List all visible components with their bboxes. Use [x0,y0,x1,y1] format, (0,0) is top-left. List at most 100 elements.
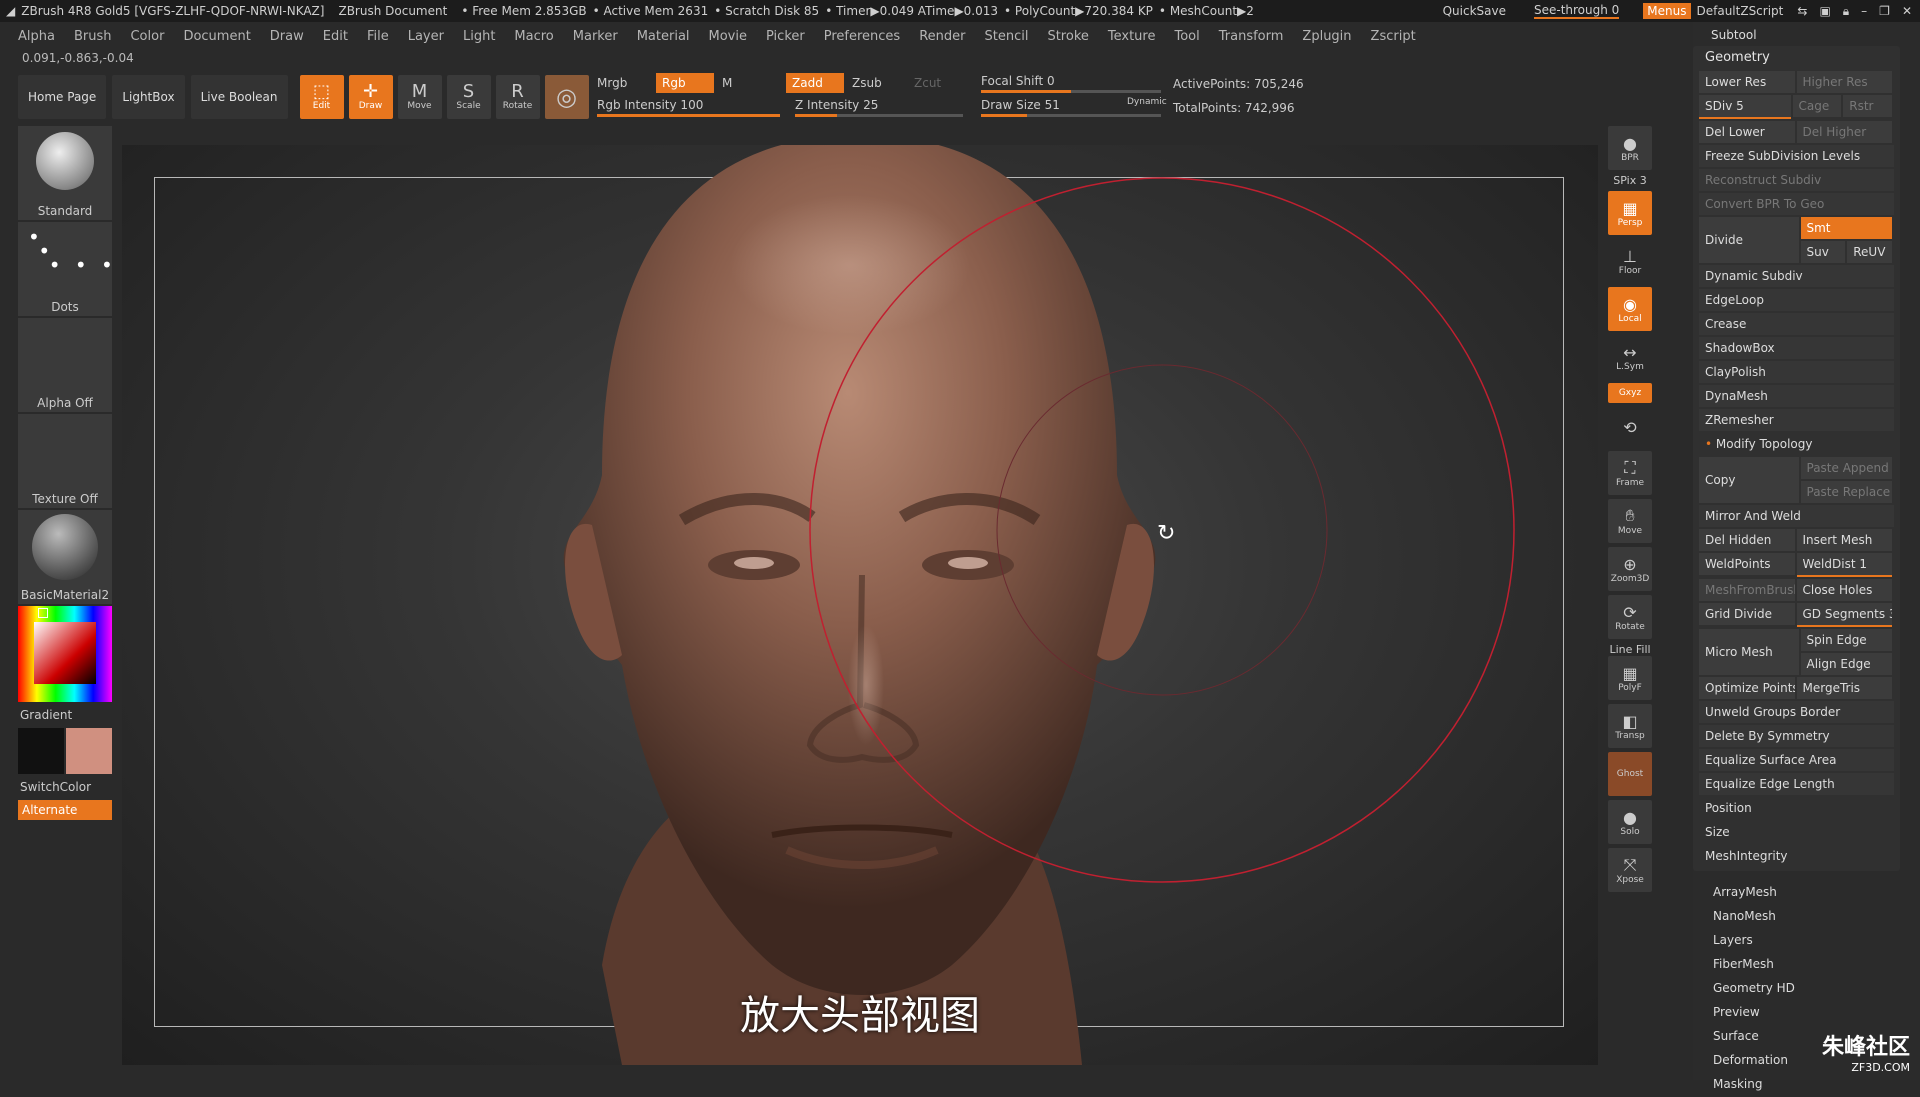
edit-button[interactable]: ⬚ Edit [299,75,344,119]
claypolish-section[interactable]: ClayPolish [1699,361,1894,383]
rotate-button[interactable]: R Rotate [495,75,540,119]
size-section[interactable]: Size [1699,821,1894,843]
m-button[interactable]: M [722,76,732,90]
del-higher-button[interactable]: Del Higher [1796,121,1892,143]
copy-button[interactable]: Copy [1699,457,1799,503]
menu-edit[interactable]: Edit [323,29,348,44]
solo-button[interactable]: ● Solo [1608,800,1652,844]
rgb-intensity-track[interactable] [597,114,780,117]
geometry-hd-section[interactable]: Geometry HD [1693,977,1920,1001]
dynamesh-section[interactable]: DynaMesh [1699,385,1894,407]
lock-icon[interactable]: 🔒︎ [1843,4,1849,19]
menu-zplugin[interactable]: Zplugin [1302,29,1351,44]
mirror-and-weld-button[interactable]: Mirror And Weld [1699,505,1894,527]
rgb-button[interactable]: Rgb [656,73,714,93]
local-button[interactable]: ◉ Local [1608,287,1652,331]
default-zscript-button[interactable]: DefaultZScript [1697,4,1784,18]
window-icon[interactable]: ▣ [1819,4,1830,18]
menu-movie[interactable]: Movie [709,29,747,44]
preview-section[interactable]: Preview [1693,1001,1920,1025]
layers-section[interactable]: Layers [1693,929,1920,953]
minimize-icon[interactable]: – [1861,4,1867,18]
rstr-button[interactable]: Rstr [1843,95,1892,117]
menu-texture[interactable]: Texture [1108,29,1156,44]
move-view-button[interactable]: ✋︎ Move [1608,499,1652,543]
xyz-button[interactable]: Gxyz [1608,383,1652,403]
rotate-view-button[interactable]: ⟳ Rotate [1608,595,1652,639]
align-edge-button[interactable]: Align Edge [1800,653,1892,675]
restore-icon[interactable]: ❐ [1879,4,1890,18]
switchcolor-button[interactable]: SwitchColor [18,774,112,800]
dynamic-subdiv-section[interactable]: Dynamic Subdiv [1699,265,1894,287]
optimize-points-button[interactable]: Optimize Points [1699,677,1795,699]
texture-selector[interactable]: Texture Off [18,414,112,508]
alpha-selector[interactable]: Alpha Off [18,318,112,412]
dynamic-toggle[interactable]: Dynamic [1127,97,1167,107]
del-hidden-button[interactable]: Del Hidden [1699,529,1795,551]
suv-toggle[interactable]: Suv [1800,241,1846,263]
equalize-surface-area-button[interactable]: Equalize Surface Area [1699,749,1894,771]
menu-draw[interactable]: Draw [270,29,304,44]
nanomesh-section[interactable]: NanoMesh [1693,905,1920,929]
quicksave-button[interactable]: QuickSave [1443,4,1506,18]
menu-brush[interactable]: Brush [74,29,112,44]
position-section[interactable]: Position [1699,797,1894,819]
freeze-subdivision-button[interactable]: Freeze SubDivision Levels [1699,145,1894,167]
welddist-slider[interactable]: WeldDist 1 [1796,553,1892,577]
menu-zscript[interactable]: Zscript [1371,29,1416,44]
menus-button[interactable]: Menus [1643,3,1691,19]
lightbox-button[interactable]: LightBox [112,75,185,119]
stroke-selector[interactable]: • • • • • Dots [18,222,113,316]
weldpoints-button[interactable]: WeldPoints [1699,553,1795,575]
draw-size-track[interactable] [981,114,1161,117]
zcut-button[interactable]: Zcut [914,76,941,90]
z-intensity-track[interactable] [795,114,963,117]
menu-stencil[interactable]: Stencil [984,29,1028,44]
menu-light[interactable]: Light [463,29,495,44]
mrgb-button[interactable]: Mrgb [597,76,627,90]
delete-by-symmetry-button[interactable]: Delete By Symmetry [1699,725,1894,747]
z-intensity-slider[interactable]: Z Intensity 25 [795,98,878,112]
subtool-section[interactable]: Subtool [1693,22,1920,46]
menu-macro[interactable]: Macro [514,29,553,44]
color-square[interactable] [34,622,96,684]
menu-layer[interactable]: Layer [408,29,444,44]
ghost-button[interactable]: Ghost [1608,752,1652,796]
frame-button[interactable]: ⛶ Frame [1608,451,1652,495]
menu-preferences[interactable]: Preferences [824,29,900,44]
focal-shift-track[interactable] [981,90,1161,93]
cage-button[interactable]: Cage [1792,95,1842,117]
menu-render[interactable]: Render [919,29,965,44]
lower-res-button[interactable]: Lower Res [1699,71,1795,93]
divide-button[interactable]: Divide [1699,217,1799,263]
menu-stroke[interactable]: Stroke [1047,29,1088,44]
material-selector[interactable]: BasicMaterial2 [18,510,112,604]
live-boolean-button[interactable]: Live Boolean [190,75,288,119]
reconstruct-subdiv-button[interactable]: Reconstruct Subdiv [1699,169,1894,191]
spin-edge-button[interactable]: Spin Edge [1800,629,1892,651]
gd-segments-slider[interactable]: GD Segments 3 [1796,603,1892,627]
arraymesh-section[interactable]: ArrayMesh [1693,881,1920,905]
menu-file[interactable]: File [367,29,389,44]
gradient-label[interactable]: Gradient [18,702,112,728]
close-holes-button[interactable]: Close Holes [1796,579,1892,601]
paste-append-button[interactable]: Paste Append [1800,457,1892,479]
fibermesh-section[interactable]: FiberMesh [1693,953,1920,977]
lsym-button[interactable]: ↔ L.Sym [1608,335,1652,379]
brush-selector[interactable]: Standard [18,126,112,220]
paste-replace-button[interactable]: Paste Replace [1800,481,1892,503]
menu-marker[interactable]: Marker [573,29,618,44]
focal-shift-slider[interactable]: Focal Shift 0 [981,74,1055,88]
canvas-viewport[interactable]: ↻ 放大头部视图 [122,145,1598,1065]
transp-button[interactable]: ◧ Transp [1608,704,1652,748]
zoom3d-button[interactable]: ⊕ Zoom3D [1608,547,1652,591]
home-page-button[interactable]: Home Page [18,75,107,119]
masking-section[interactable]: Masking [1693,1073,1920,1097]
menu-transform[interactable]: Transform [1219,29,1284,44]
insert-mesh-button[interactable]: Insert Mesh [1796,529,1892,551]
menu-alpha[interactable]: Alpha [18,29,55,44]
layout-icon[interactable]: ⇆ [1797,4,1807,18]
meshfrombrush-button[interactable]: MeshFromBrush [1699,579,1795,601]
unweld-groups-border-button[interactable]: Unweld Groups Border [1699,701,1894,723]
smt-toggle[interactable]: Smt [1800,217,1892,239]
